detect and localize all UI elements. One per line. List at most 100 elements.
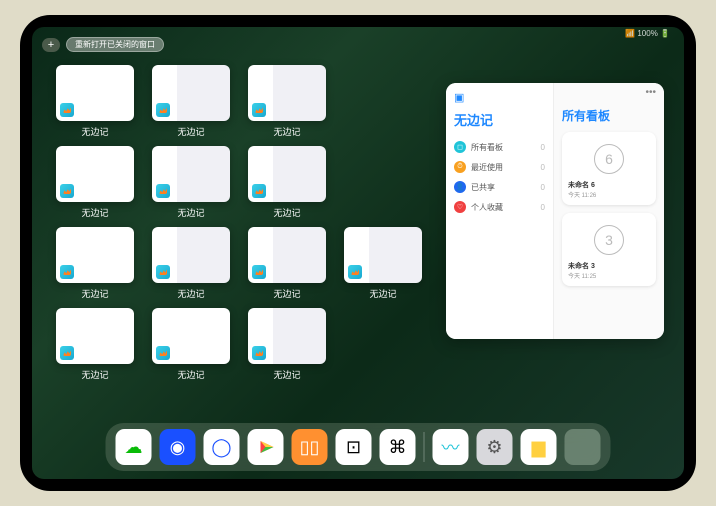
window-thumbnail[interactable]: 无边记: [56, 146, 134, 219]
window-thumbnail[interactable]: 无边记: [152, 146, 230, 219]
window-preview: [56, 227, 134, 283]
freeform-panel: ▣ 无边记 ◻ 所有看板 0 ⏱ 最近使用 0 👤 已共享 0 ♡ 个人收藏 0 ••• 所有看板 6…: [446, 83, 664, 339]
panel-sidebar-title: 无边记: [454, 110, 545, 129]
board-name: 未命名 6: [568, 180, 650, 190]
window-preview: [344, 227, 422, 283]
dock-wechat-icon[interactable]: ☁: [116, 429, 152, 465]
window-thumbnail[interactable]: 无边记: [248, 65, 326, 138]
freeform-app-icon: [252, 265, 266, 279]
window-label: 无边记: [273, 368, 300, 381]
freeform-app-icon: [60, 265, 74, 279]
window-preview: [152, 227, 230, 283]
window-thumbnail[interactable]: 无边记: [56, 308, 134, 381]
freeform-app-icon: [60, 103, 74, 117]
dock-settings-icon[interactable]: ⚙: [477, 429, 513, 465]
window-thumbnail[interactable]: 无边记: [248, 308, 326, 381]
board-timestamp: 今天 11:26: [568, 190, 650, 199]
sidebar-item-label: 已共享: [471, 182, 495, 193]
board-card[interactable]: 6 未命名 6今天 11:26: [562, 132, 656, 205]
window-thumbnail[interactable]: 无边记: [152, 308, 230, 381]
window-preview: [248, 227, 326, 283]
sidebar-item-label: 个人收藏: [471, 202, 503, 213]
window-preview: [248, 65, 326, 121]
sidebar-item-count: 0: [541, 163, 545, 172]
window-thumbnail[interactable]: 无边记: [344, 227, 422, 300]
dock-dice-icon[interactable]: ⊡: [336, 429, 372, 465]
window-preview: [152, 308, 230, 364]
window-preview: [152, 65, 230, 121]
dock-play-icon[interactable]: [248, 429, 284, 465]
freeform-app-icon: [348, 265, 362, 279]
window-thumbnail[interactable]: 无边记: [248, 146, 326, 219]
dock: ☁◉◯ ▯▯⊡⌘ 〰⚙▆: [106, 423, 611, 471]
sidebar-toggle-icon[interactable]: ▣: [454, 91, 464, 104]
board-digit-icon: 6: [594, 144, 624, 174]
freeform-app-icon: [252, 346, 266, 360]
window-preview: [248, 308, 326, 364]
status-bar: 📶 100% 🔋: [625, 29, 670, 38]
board-preview: 3: [568, 219, 650, 261]
freeform-app-icon: [252, 184, 266, 198]
reopen-closed-window-button[interactable]: 重新打开已关闭的窗口: [66, 37, 164, 52]
freeform-app-icon: [60, 184, 74, 198]
window-label: 无边记: [177, 287, 204, 300]
window-label: 无边记: [177, 368, 204, 381]
sidebar-item-count: 0: [541, 143, 545, 152]
panel-sidebar: ▣ 无边记 ◻ 所有看板 0 ⏱ 最近使用 0 👤 已共享 0 ♡ 个人收藏 0: [446, 83, 554, 339]
window-thumbnail[interactable]: 无边记: [152, 227, 230, 300]
window-label: 无边记: [273, 287, 300, 300]
freeform-app-icon: [156, 346, 170, 360]
freeform-app-icon: [60, 346, 74, 360]
window-grid: 无边记无边记无边记无边记无边记无边记无边记无边记无边记无边记无边记无边记无边记: [56, 65, 426, 381]
freeform-app-icon: [252, 103, 266, 117]
sidebar-item-count: 0: [541, 203, 545, 212]
window-preview: [56, 308, 134, 364]
sidebar-item[interactable]: ♡ 个人收藏 0: [454, 197, 545, 217]
dock-freeform-icon[interactable]: 〰: [433, 429, 469, 465]
window-preview: [56, 65, 134, 121]
panel-main: ••• 所有看板 6 未命名 6今天 11:26 3 未命名 3今天 11:25: [554, 83, 664, 339]
window-label: 无边记: [369, 287, 396, 300]
window-label: 无边记: [81, 125, 108, 138]
dock-nodes-icon[interactable]: ⌘: [380, 429, 416, 465]
window-label: 无边记: [177, 125, 204, 138]
window-thumbnail[interactable]: 无边记: [152, 65, 230, 138]
dock-app-folder[interactable]: [565, 429, 601, 465]
more-icon[interactable]: •••: [645, 87, 656, 98]
panel-main-title: 所有看板: [562, 107, 656, 124]
sidebar-item[interactable]: 👤 已共享 0: [454, 177, 545, 197]
window-label: 无边记: [81, 368, 108, 381]
screen: 📶 100% 🔋 + 重新打开已关闭的窗口 无边记无边记无边记无边记无边记无边记…: [32, 27, 684, 479]
sidebar-item[interactable]: ◻ 所有看板 0: [454, 137, 545, 157]
window-thumbnail[interactable]: 无边记: [56, 65, 134, 138]
dock-quark-hd-icon[interactable]: ◉: [160, 429, 196, 465]
window-preview: [248, 146, 326, 202]
window-label: 无边记: [273, 206, 300, 219]
topbar: + 重新打开已关闭的窗口: [42, 37, 164, 52]
sidebar-item-label: 所有看板: [471, 142, 503, 153]
sidebar-item-label: 最近使用: [471, 162, 503, 173]
window-label: 无边记: [177, 206, 204, 219]
board-preview: 6: [568, 138, 650, 180]
window-label: 无边记: [81, 287, 108, 300]
sidebar-item[interactable]: ⏱ 最近使用 0: [454, 157, 545, 177]
dock-books-icon[interactable]: ▯▯: [292, 429, 328, 465]
window-preview: [152, 146, 230, 202]
board-card[interactable]: 3 未命名 3今天 11:25: [562, 213, 656, 286]
board-digit-icon: 3: [594, 225, 624, 255]
window-preview: [56, 146, 134, 202]
board-name: 未命名 3: [568, 261, 650, 271]
window-thumbnail[interactable]: 无边记: [56, 227, 134, 300]
new-window-button[interactable]: +: [42, 38, 60, 52]
window-label: 无边记: [81, 206, 108, 219]
category-icon: ◻: [454, 141, 466, 153]
category-icon: 👤: [454, 181, 466, 193]
ipad-frame: 📶 100% 🔋 + 重新打开已关闭的窗口 无边记无边记无边记无边记无边记无边记…: [20, 15, 696, 491]
board-timestamp: 今天 11:25: [568, 271, 650, 280]
category-icon: ♡: [454, 201, 466, 213]
sidebar-item-count: 0: [541, 183, 545, 192]
window-thumbnail[interactable]: 无边记: [248, 227, 326, 300]
dock-notes-icon[interactable]: ▆: [521, 429, 557, 465]
dock-quark-icon[interactable]: ◯: [204, 429, 240, 465]
category-icon: ⏱: [454, 161, 466, 173]
